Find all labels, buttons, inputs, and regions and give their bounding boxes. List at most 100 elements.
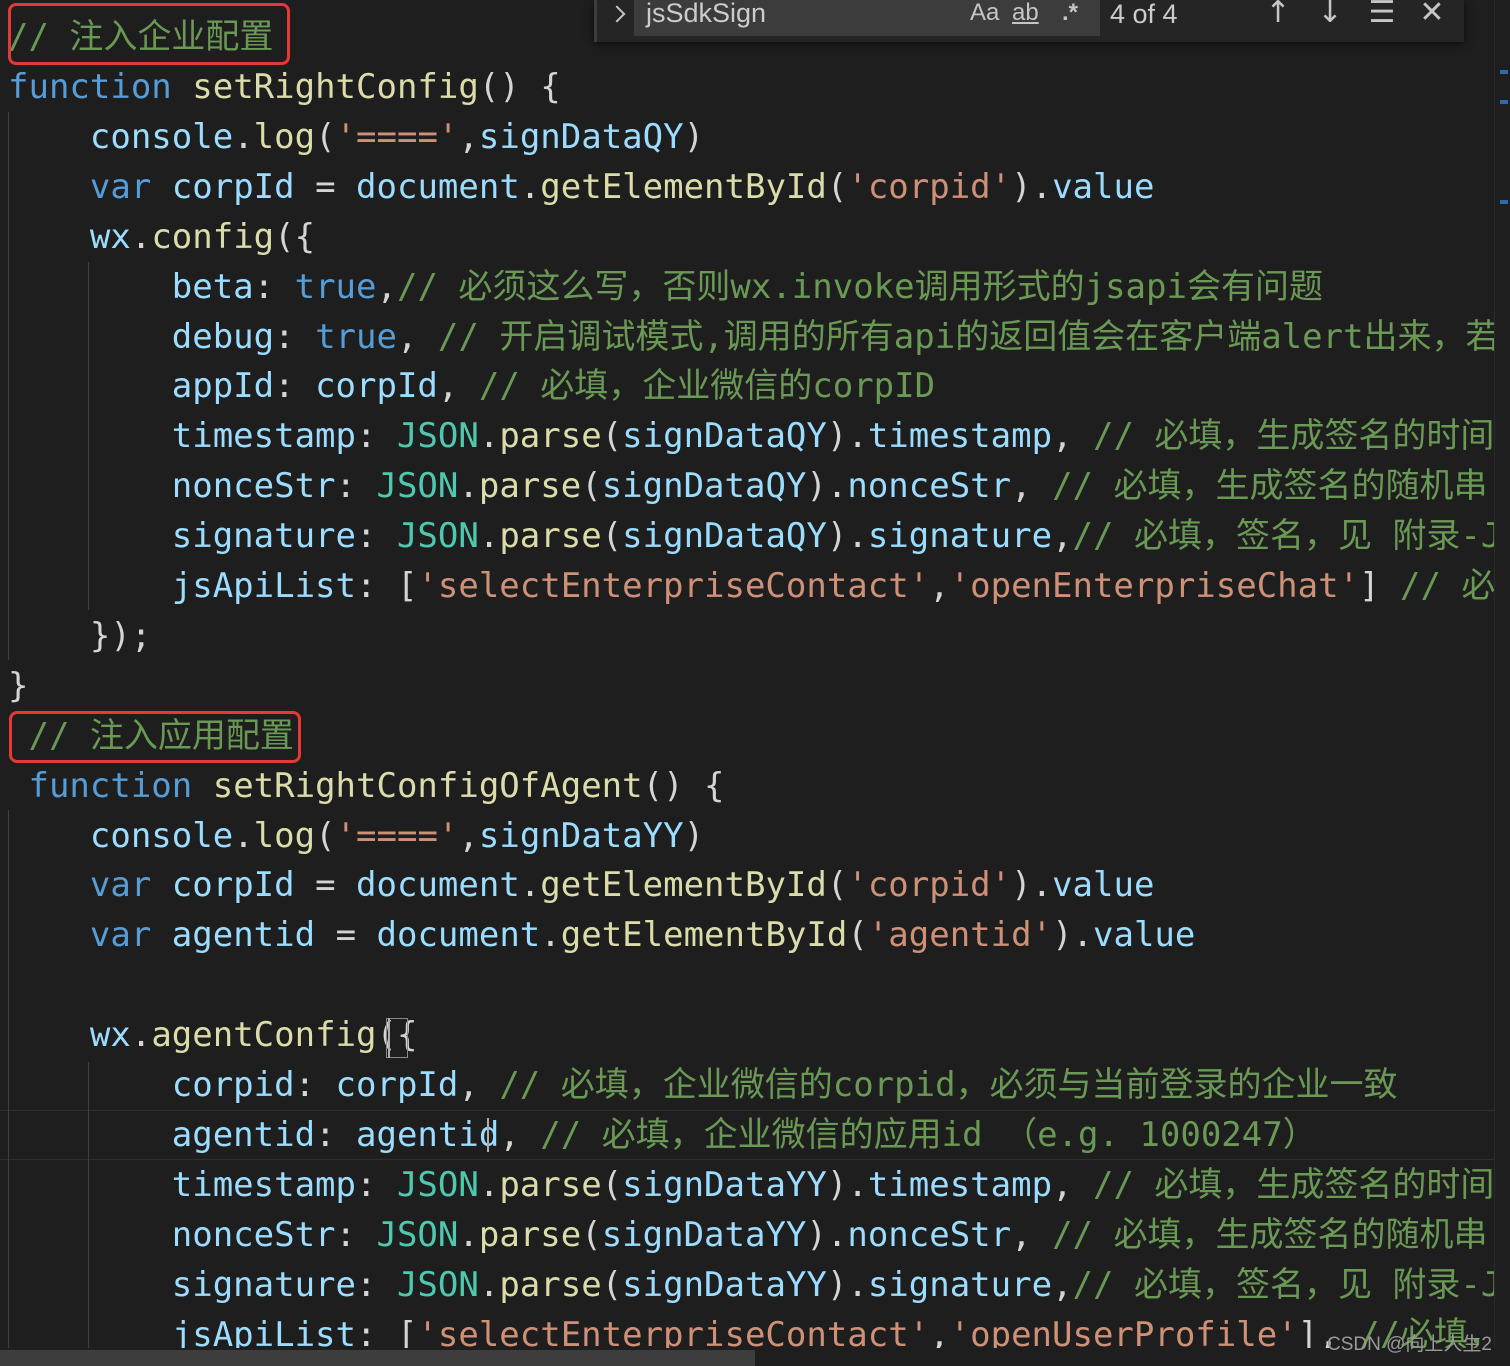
code-line[interactable]: } [8, 661, 28, 711]
code-line[interactable]: appId: corpId, // 必填，企业微信的corpID [8, 361, 935, 411]
text-cursor [388, 1018, 390, 1058]
code-token: . [478, 516, 500, 557]
horizontal-scroll-thumb[interactable] [0, 1350, 755, 1366]
code-token: appId [171, 366, 275, 407]
code-token: , [458, 815, 479, 856]
code-token: ( [601, 1164, 623, 1205]
code-token: . [458, 466, 479, 507]
code-line[interactable]: nonceStr: JSON.parse(signDataYY).nonceSt… [8, 1210, 1488, 1260]
code-token: signature [867, 516, 1053, 557]
code-token: , [458, 1065, 500, 1105]
code-token: , [437, 366, 479, 407]
code-token: signature [171, 516, 356, 557]
code-token: log [253, 116, 316, 157]
code-line[interactable]: var corpId = document.getElementById('co… [8, 162, 1155, 212]
code-token: JSON [376, 466, 459, 507]
code-line[interactable]: var agentid = document.getElementById('a… [8, 910, 1195, 960]
code-token: ). [1011, 166, 1053, 207]
code-line[interactable]: signature: JSON.parse(signDataQY).signat… [8, 511, 1510, 561]
code-token: true [294, 266, 377, 307]
next-match-icon[interactable]: ↓ [1312, 0, 1348, 30]
code-line[interactable]: var corpId = document.getElementById('co… [8, 860, 1155, 910]
code-token: , [1011, 1214, 1053, 1255]
code-line[interactable]: }); [8, 611, 151, 661]
code-token: ( [847, 915, 868, 956]
code-token: var [89, 865, 152, 906]
code-line[interactable]: function setRightConfigOfAgent() { [8, 761, 724, 811]
annotation-box-agent-config [9, 711, 301, 763]
code-line[interactable]: debug: true, // 开启调试模式,调用的所有api的返回值会在客户端… [8, 312, 1510, 362]
code-token: , [376, 266, 397, 307]
code-token: ). [826, 416, 868, 457]
code-token: console [89, 116, 234, 157]
code-token: signDataQY [478, 116, 684, 157]
whole-word-toggle[interactable]: ab [1012, 0, 1039, 30]
code-token: console [89, 815, 234, 856]
code-token: jsApiList [171, 566, 356, 606]
code-line[interactable]: timestamp: JSON.parse(signDataQY).timest… [8, 411, 1510, 461]
previous-match-icon[interactable]: ↑ [1260, 0, 1296, 30]
scroll-match-marker [1500, 70, 1508, 74]
code-token: : [356, 516, 397, 557]
code-line[interactable]: timestamp: JSON.parse(signDataYY).timest… [8, 1160, 1510, 1210]
code-token: . [478, 1164, 500, 1205]
code-token: : [356, 1164, 397, 1205]
code-token: timestamp [867, 1164, 1053, 1205]
code-token: // 必填，生成签名的随机串 [1052, 466, 1488, 507]
code-token: , [1052, 416, 1094, 457]
code-line[interactable]: signature: JSON.parse(signDataYY).signat… [8, 1260, 1510, 1310]
code-line[interactable]: jsApiList: ['selectEnterpriseContact','o… [8, 561, 1510, 611]
horizontal-scrollbar[interactable] [0, 1348, 1510, 1366]
code-line[interactable]: corpid: corpId, // 必填，企业微信的corpid，必须与当前登… [8, 1060, 1398, 1110]
code-token: timestamp [867, 416, 1053, 457]
code-token: '====' [335, 815, 459, 856]
code-token: // 必填，签名，见 附录-JS- [1072, 516, 1510, 557]
find-replace-toggle[interactable] [594, 0, 638, 42]
code-editor[interactable]: // 注入企业配置 function setRightConfig() { con… [0, 0, 1510, 1366]
code-token: ({ [274, 216, 316, 257]
code-line[interactable]: agentid: agentid, // 必填，企业微信的应用id （e.g. … [8, 1110, 1317, 1160]
regex-toggle[interactable]: .* [1062, 0, 1078, 30]
code-line[interactable]: wx.config({ [8, 212, 315, 262]
code-token: var [89, 166, 152, 207]
code-line[interactable]: console.log('====',signDataYY) [8, 811, 704, 861]
code-line[interactable]: console.log('====',signDataQY) [8, 112, 704, 162]
code-token: corpId [171, 865, 295, 906]
code-token: signDataQY [601, 466, 807, 507]
code-line[interactable]: nonceStr: JSON.parse(signDataQY).nonceSt… [8, 461, 1488, 511]
code-token: ( [315, 116, 336, 157]
code-token: : [294, 1065, 336, 1105]
code-line[interactable]: wx.agentConfig({ [8, 1010, 418, 1060]
code-token: function [28, 765, 193, 806]
code-token: ) [683, 116, 705, 157]
code-token: , [1052, 1164, 1094, 1205]
code-line[interactable]: beta: true,// 必须这么写，否则wx.invoke调用形式的jsap… [8, 262, 1323, 312]
code-token: corpid [171, 1065, 295, 1105]
code-token: parse [499, 416, 602, 457]
code-token: } [8, 665, 29, 706]
code-token: // 必须这么写，否则wx.invoke调用形式的jsapi会有问题 [396, 266, 1323, 307]
find-in-selection-icon[interactable]: ☰ [1364, 0, 1400, 30]
match-case-toggle[interactable]: Aa [970, 0, 999, 30]
code-line[interactable]: function setRightConfig() { [8, 62, 561, 112]
code-token: : [274, 316, 316, 357]
code-token: document [376, 915, 541, 956]
scroll-match-marker [1500, 200, 1508, 204]
close-icon[interactable]: ✕ [1414, 0, 1450, 30]
vertical-scrollbar[interactable] [1494, 0, 1510, 1366]
code-token: . [130, 216, 152, 257]
code-token: = [315, 915, 377, 956]
code-token: ( [826, 166, 848, 207]
